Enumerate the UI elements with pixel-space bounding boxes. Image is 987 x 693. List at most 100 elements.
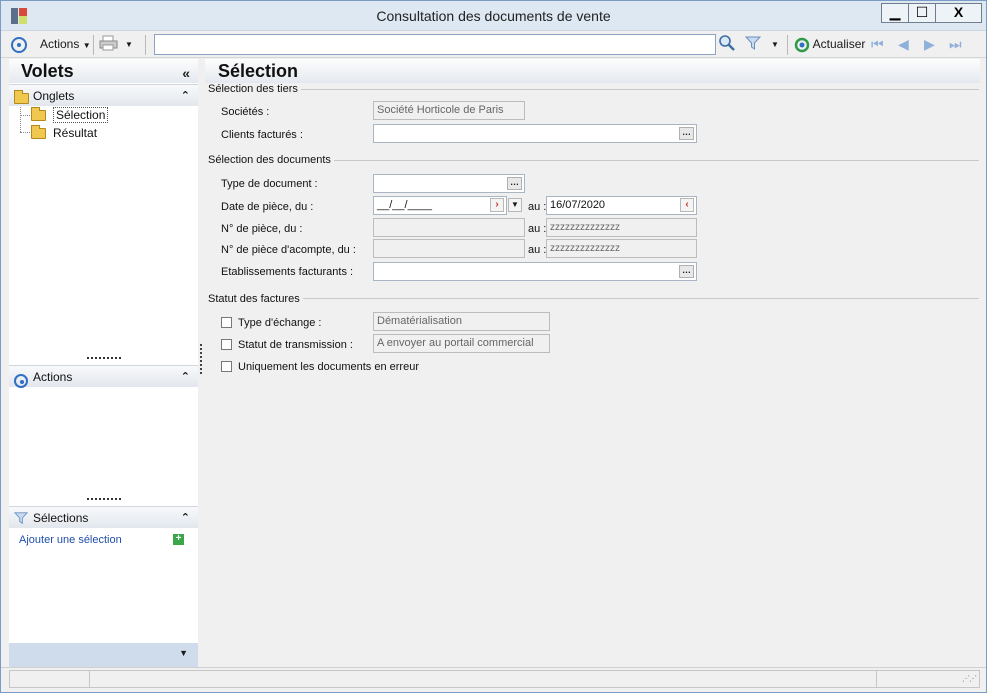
maximize-button[interactable]: ☐ [908, 3, 936, 23]
print-icon [99, 35, 118, 51]
exchange-field[interactable]: Dématérialisation [373, 312, 550, 331]
app-window: Consultation des documents de vente ▁ ☐ … [0, 0, 987, 693]
clients-field[interactable] [373, 124, 697, 143]
type-picker-button[interactable]: … [507, 177, 522, 190]
transmission-checkbox[interactable] [221, 339, 232, 350]
toolbar-divider [145, 35, 146, 55]
chevron-down-icon[interactable]: ▼ [179, 648, 188, 658]
add-icon[interactable]: + [173, 534, 184, 545]
minimize-button[interactable]: ▁ [881, 3, 909, 23]
group-divider [208, 298, 979, 299]
panels-header: Volets « [9, 59, 198, 83]
etab-label: Etablissements facturants : [221, 266, 354, 278]
add-selection-link[interactable]: Ajouter une sélection [19, 534, 122, 546]
societes-field[interactable]: Société Horticole de Paris [373, 101, 525, 120]
etab-field[interactable] [373, 262, 697, 281]
transmission-checkbox-row[interactable]: Statut de transmission : [221, 338, 353, 352]
piece-to-field[interactable]: zzzzzzzzzzzzzz [546, 218, 697, 237]
actions-section-label: Actions [33, 370, 73, 384]
errors-checkbox-row[interactable]: Uniquement les documents en erreur [221, 360, 419, 374]
chevron-up-icon[interactable]: ⌃ [181, 366, 190, 388]
collapse-panel-icon[interactable]: « [182, 61, 190, 85]
errors-label: Uniquement les documents en erreur [238, 361, 419, 373]
etab-picker-button[interactable]: … [679, 265, 694, 278]
filter-button[interactable] [744, 35, 762, 54]
search-icon [719, 35, 735, 51]
au-label: au : [528, 244, 547, 256]
actions-menu-button[interactable]: Actions ▼ [40, 35, 91, 54]
actions-section-header[interactable]: Actions ⌃ [9, 365, 198, 388]
au-label: au : [528, 223, 547, 235]
transmission-field[interactable]: A envoyer au portail commercial [373, 334, 550, 353]
actions-circle-icon[interactable] [11, 35, 27, 54]
chevron-down-icon: ▼ [82, 41, 91, 50]
clients-picker-button[interactable]: … [679, 127, 694, 140]
tab-resultat-label: Résultat [53, 126, 98, 140]
date-dropdown-icon[interactable]: ▼ [508, 198, 522, 212]
chevron-up-icon[interactable]: ⌃ [181, 85, 190, 107]
tab-selection-label: Sélection [53, 107, 109, 123]
date-prev-icon[interactable]: ‹ [680, 198, 694, 212]
type-field[interactable] [373, 174, 525, 193]
panel-splitter[interactable] [200, 344, 202, 374]
refresh-button[interactable]: Actualiser [794, 35, 865, 54]
print-dropdown-icon[interactable]: ▼ [125, 35, 133, 54]
folder-icon [14, 89, 29, 111]
toolbar-divider [93, 35, 94, 55]
chevron-up-icon[interactable]: ⌃ [181, 507, 190, 529]
tabs-section-header[interactable]: Onglets ⌃ [9, 84, 198, 106]
exchange-checkbox-row[interactable]: Type d'échange : [221, 316, 321, 330]
type-label: Type de document : [221, 178, 318, 190]
title-bar: Consultation des documents de vente ▁ ☐ … [1, 1, 986, 31]
window-resize-grip[interactable]: ⋰⋰ [962, 674, 977, 683]
date-from-field[interactable]: __/__/____ [373, 196, 507, 215]
clients-label: Clients facturés : [221, 129, 303, 141]
tiers-group-label: Sélection des tiers [208, 83, 301, 95]
status-cell [9, 670, 90, 688]
tab-resultat[interactable]: Résultat [31, 125, 97, 141]
filter-dropdown-icon[interactable]: ▼ [771, 35, 779, 54]
close-button[interactable]: X [935, 3, 982, 23]
transmission-label: Statut de transmission : [238, 339, 353, 351]
left-panel: Volets « Onglets ⌃ Sélection Résultat Ac… [9, 59, 198, 667]
actions-menu-label: Actions [40, 37, 80, 51]
first-record-icon[interactable]: ⏮ [871, 36, 884, 53]
tree-connector [20, 115, 30, 116]
selections-section-label: Sélections [33, 511, 89, 525]
acompte-from-field[interactable] [373, 239, 525, 258]
panels-title: Volets [21, 61, 74, 81]
au-label: au : [528, 201, 547, 213]
last-record-icon[interactable]: ⏭ [949, 36, 962, 53]
tab-selection[interactable]: Sélection [31, 107, 109, 123]
next-record-icon[interactable]: ▶ [924, 36, 935, 53]
acompte-label: N° de pièce d'acompte, du : [221, 244, 356, 256]
tabs-section-label: Onglets [33, 89, 75, 103]
toolbar-divider [787, 35, 788, 55]
print-button[interactable] [99, 35, 119, 54]
page-title: Sélection [205, 59, 980, 83]
window-title: Consultation des documents de vente [376, 8, 611, 24]
piece-from-field[interactable] [373, 218, 525, 237]
date-to-field[interactable]: 16/07/2020 [546, 196, 697, 215]
date-label: Date de pièce, du : [221, 201, 314, 213]
resize-grip[interactable] [87, 498, 121, 501]
acompte-to-field[interactable]: zzzzzzzzzzzzzz [546, 239, 697, 258]
search-input[interactable] [154, 34, 716, 55]
tree-connector [20, 132, 30, 133]
folder-icon [31, 125, 46, 139]
search-button[interactable] [718, 35, 736, 54]
refresh-label: Actualiser [812, 37, 866, 51]
selections-section-header[interactable]: Sélections ⌃ [9, 506, 198, 528]
status-group-label: Statut des factures [208, 293, 303, 305]
status-cell [89, 670, 877, 688]
date-next-icon[interactable]: › [490, 198, 504, 212]
tree-connector [20, 107, 21, 132]
errors-checkbox[interactable] [221, 361, 232, 372]
exchange-checkbox[interactable] [221, 317, 232, 328]
status-bar: ⋰⋰ [1, 667, 986, 692]
filter-icon [13, 510, 29, 532]
previous-record-icon[interactable]: ◀ [898, 36, 909, 53]
refresh-icon [794, 37, 810, 53]
resize-grip[interactable] [87, 357, 121, 360]
societes-label: Sociétés : [221, 106, 270, 118]
